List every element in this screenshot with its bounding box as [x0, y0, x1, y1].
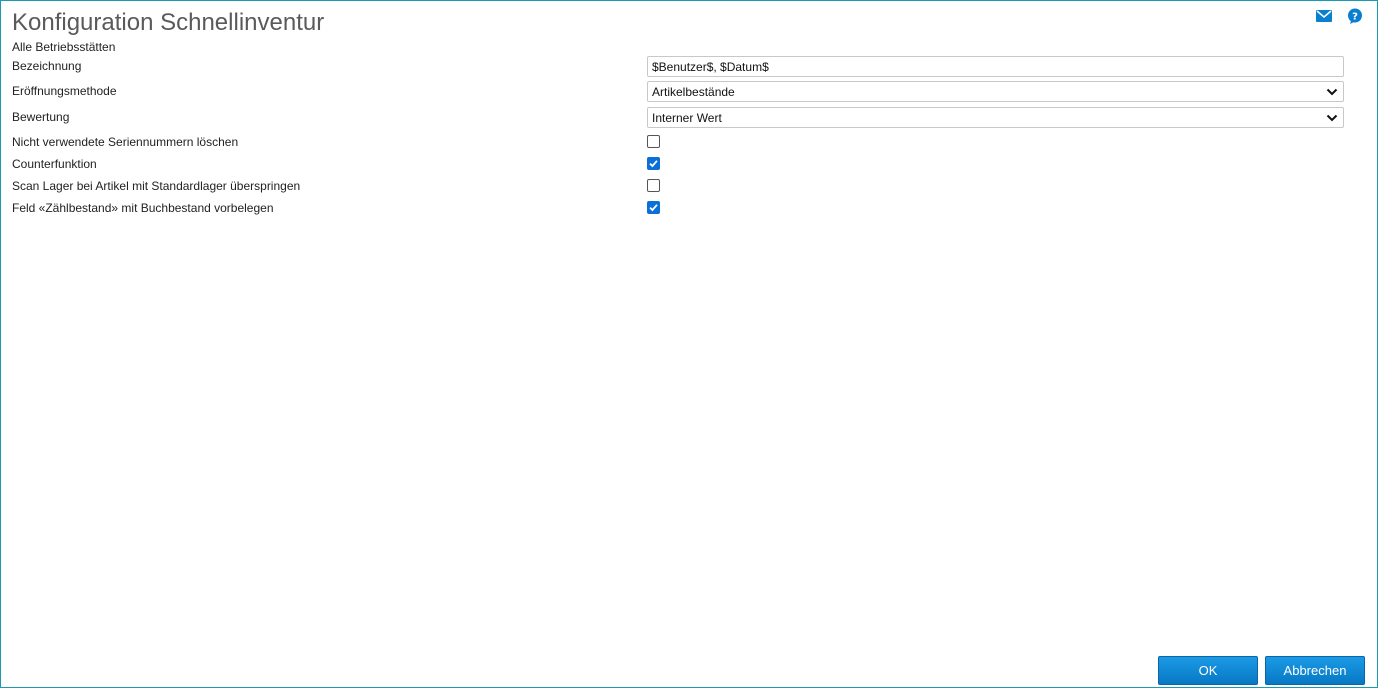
eroeffnungsmethode-select[interactable]: Artikelbestände [647, 81, 1344, 102]
row-seriennummern: Nicht verwendete Seriennummern löschen [12, 132, 1344, 154]
label-scan-lager: Scan Lager bei Artikel mit Standardlager… [12, 179, 301, 193]
counterfunktion-checkbox[interactable] [647, 157, 660, 170]
row-eroeffnungsmethode: Eröffnungsmethode Artikelbestände [12, 81, 1344, 103]
eroeffnungsmethode-selected-value: Artikelbestände [652, 85, 735, 99]
ok-button[interactable]: OK [1158, 656, 1258, 685]
label-bezeichnung: Bezeichnung [12, 59, 82, 73]
bezeichnung-input[interactable] [647, 56, 1344, 77]
seriennummern-checkbox[interactable] [647, 135, 660, 148]
chevron-down-icon [1326, 88, 1338, 96]
page-title: Konfiguration Schnellinventur [12, 9, 325, 36]
subtitle-betriebsstaetten: Alle Betriebsstätten [12, 40, 116, 54]
chevron-down-icon [1326, 114, 1338, 122]
svg-text:?: ? [1352, 11, 1358, 22]
row-scan-lager: Scan Lager bei Artikel mit Standardlager… [12, 176, 1344, 198]
config-window: Konfiguration Schnellinventur ? Alle Bet… [0, 0, 1378, 688]
label-seriennummern: Nicht verwendete Seriennummern löschen [12, 135, 239, 149]
checkmark-icon [649, 160, 658, 168]
bewertung-selected-value: Interner Wert [652, 111, 722, 125]
row-bewertung: Bewertung Interner Wert [12, 107, 1344, 129]
bewertung-select[interactable]: Interner Wert [647, 107, 1344, 128]
help-icon[interactable]: ? [1346, 7, 1363, 24]
checkmark-icon [649, 204, 658, 212]
row-zaehlbestand: Feld «Zählbestand» mit Buchbestand vorbe… [12, 198, 1344, 220]
scan-lager-checkbox[interactable] [647, 179, 660, 192]
label-counterfunktion: Counterfunktion [12, 157, 97, 171]
mail-icon[interactable] [1315, 7, 1332, 24]
row-bezeichnung: Bezeichnung [12, 56, 1344, 78]
cancel-button[interactable]: Abbrechen [1265, 656, 1365, 685]
zaehlbestand-checkbox[interactable] [647, 201, 660, 214]
label-zaehlbestand: Feld «Zählbestand» mit Buchbestand vorbe… [12, 201, 274, 215]
row-counterfunktion: Counterfunktion [12, 154, 1344, 176]
label-bewertung: Bewertung [12, 110, 70, 124]
label-eroeffnungsmethode: Eröffnungsmethode [12, 84, 117, 98]
header-icons: ? [1315, 7, 1363, 24]
